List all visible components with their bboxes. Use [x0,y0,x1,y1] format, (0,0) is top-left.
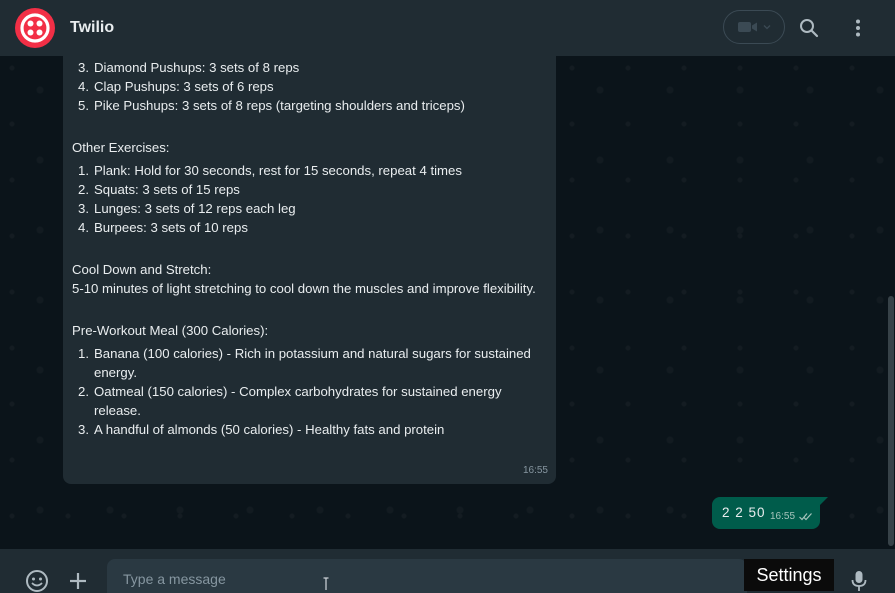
message-timestamp: 16:55 [770,511,796,522]
chat-scrollbar[interactable] [888,296,894,546]
section-heading-other: Other Exercises: [72,140,170,155]
incoming-message-bubble[interactable]: 3. Diamond Pushups: 3 sets of 8 reps 4. Cl… [63,56,556,484]
section-heading-meal: Pre-Workout Meal (300 Calories): [72,323,269,338]
search-button[interactable] [797,16,821,40]
settings-tooltip: Settings [744,559,834,591]
message-input-placeholder: Type a message [123,571,226,587]
microphone-icon [851,571,867,591]
list-item: 3. A handful of almonds (50 calories) - H… [78,422,445,437]
message-meta: 16:55 [770,511,813,522]
list-item: 3. Lunges: 3 sets of 12 reps each leg [78,201,296,216]
contact-name[interactable]: Twilio [70,19,114,37]
text-cursor-icon [323,577,329,590]
video-call-button[interactable] [723,10,785,44]
plus-icon [70,573,86,589]
list-item: 3. Diamond Pushups: 3 sets of 8 reps [78,60,300,75]
kebab-menu-icon [856,19,860,37]
emoji-button[interactable] [25,569,49,593]
other-exercises-list: 1. Plank: Hold for 30 seconds, rest for 1… [72,161,542,237]
list-item: 1. Banana (100 calories) - Rich in potass… [78,346,531,380]
voice-message-button[interactable] [849,569,869,593]
list-item: 4. Burpees: 3 sets of 10 reps [78,220,248,235]
workout-list: 3. Diamond Pushups: 3 sets of 8 reps 4. Cl… [72,58,542,115]
section-heading-cooldown: Cool Down and Stretch: [72,262,212,277]
twilio-logo-icon [20,13,50,43]
avatar[interactable] [15,8,55,48]
message-text: 3. Diamond Pushups: 3 sets of 8 reps 4. Cl… [72,58,542,439]
list-item: 4. Clap Pushups: 3 sets of 6 reps [78,79,274,94]
menu-button[interactable] [848,16,868,40]
list-item: 1. Plank: Hold for 30 seconds, rest for 1… [78,163,462,178]
whatsapp-chat-window: Twilio 3. Diamond Pushups: 3 sets of 8 r… [0,0,895,593]
message-text: 2 2 50 [722,505,766,520]
list-item: 2. Squats: 3 sets of 15 reps [78,182,240,197]
cooldown-text: 5-10 minutes of light stretching to cool… [72,281,536,296]
list-item: 5. Pike Pushups: 3 sets of 8 reps (target… [78,98,465,113]
video-camera-icon [738,22,757,32]
double-check-icon [799,513,812,521]
emoji-icon [26,570,48,592]
chevron-down-icon [763,25,771,30]
outgoing-message-bubble[interactable]: 2 2 50 16:55 [712,497,828,529]
message-list[interactable]: 3. Diamond Pushups: 3 sets of 8 reps 4. Cl… [0,56,895,549]
list-item: 2. Oatmeal (150 calories) - Complex carbo… [78,384,502,418]
message-input[interactable]: Type a message [107,559,747,593]
search-icon [800,19,819,38]
chat-header: Twilio [0,0,895,56]
attach-button[interactable] [67,570,89,592]
meal-list: 1. Banana (100 calories) - Rich in potass… [72,344,542,439]
message-timestamp: 16:55 [522,465,548,476]
